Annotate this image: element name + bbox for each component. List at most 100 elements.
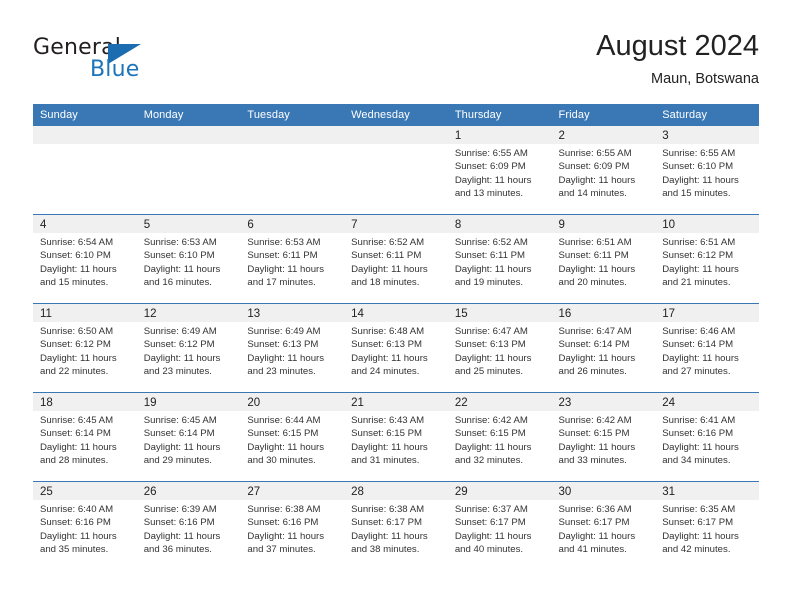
day-cell-1[interactable]: 1 Sunrise: 6:55 AM Sunset: 6:09 PM Dayli… xyxy=(447,126,552,214)
daylight-text-line1: Daylight: 11 hours xyxy=(247,530,325,542)
day-cell-9[interactable]: 9 Sunrise: 6:51 AM Sunset: 6:11 PM Dayli… xyxy=(551,215,656,303)
day-number: 16 xyxy=(558,308,572,320)
day-cell-24[interactable]: 24 Sunrise: 6:41 AM Sunset: 6:16 PM Dayl… xyxy=(655,393,759,481)
sunset-text: Sunset: 6:10 PM xyxy=(662,161,734,173)
day-cell-28[interactable]: 28 Sunrise: 6:38 AM Sunset: 6:17 PM Dayl… xyxy=(344,482,448,570)
daylight-text-line1: Daylight: 11 hours xyxy=(143,530,221,542)
weekday-header-sunday: Sunday xyxy=(40,109,78,121)
day-cell-22[interactable]: 22 Sunrise: 6:42 AM Sunset: 6:15 PM Dayl… xyxy=(447,393,552,481)
day-cell-10[interactable]: 10 Sunrise: 6:51 AM Sunset: 6:12 PM Dayl… xyxy=(655,215,759,303)
day-number-band: 19 xyxy=(136,393,241,411)
day-body: Sunrise: 6:49 AM Sunset: 6:12 PM Dayligh… xyxy=(137,322,241,379)
day-cell-18[interactable]: 18 Sunrise: 6:45 AM Sunset: 6:14 PM Dayl… xyxy=(33,393,137,481)
daylight-text-line1: Daylight: 11 hours xyxy=(247,263,325,275)
daylight-text-line2: and 28 minutes. xyxy=(40,455,109,467)
day-number: 29 xyxy=(454,486,468,498)
day-cell-4[interactable]: 4 Sunrise: 6:54 AM Sunset: 6:10 PM Dayli… xyxy=(33,215,137,303)
day-cell-11[interactable]: 11 Sunrise: 6:50 AM Sunset: 6:12 PM Dayl… xyxy=(33,304,137,392)
day-cell-23[interactable]: 23 Sunrise: 6:42 AM Sunset: 6:15 PM Dayl… xyxy=(551,393,656,481)
sunrise-text: Sunrise: 6:51 AM xyxy=(558,237,632,248)
daylight-text-line2: and 17 minutes. xyxy=(247,277,316,289)
brand-logo[interactable]: General Blue xyxy=(33,35,183,83)
sunrise-text: Sunrise: 6:42 AM xyxy=(558,415,632,426)
day-number-band: 27 xyxy=(240,482,345,500)
daylight-text-line2: and 30 minutes. xyxy=(247,455,316,467)
daylight-text-line2: and 33 minutes. xyxy=(558,455,627,467)
day-cell-21[interactable]: 21 Sunrise: 6:43 AM Sunset: 6:15 PM Dayl… xyxy=(344,393,448,481)
day-cell-20[interactable]: 20 Sunrise: 6:44 AM Sunset: 6:15 PM Dayl… xyxy=(240,393,345,481)
day-cell-30[interactable]: 30 Sunrise: 6:36 AM Sunset: 6:17 PM Dayl… xyxy=(551,482,656,570)
day-number-band: 6 xyxy=(240,215,345,233)
daylight-text-line2: and 23 minutes. xyxy=(247,366,316,378)
weekday-header-friday: Friday xyxy=(558,109,590,121)
day-cell-2[interactable]: 2 Sunrise: 6:55 AM Sunset: 6:09 PM Dayli… xyxy=(551,126,656,214)
day-number-band: 31 xyxy=(655,482,759,500)
daylight-text-line2: and 23 minutes. xyxy=(143,366,212,378)
day-body: Sunrise: 6:55 AM Sunset: 6:09 PM Dayligh… xyxy=(552,144,656,201)
day-cell-3[interactable]: 3 Sunrise: 6:55 AM Sunset: 6:10 PM Dayli… xyxy=(655,126,759,214)
daylight-text-line2: and 41 minutes. xyxy=(558,544,627,556)
daylight-text-line1: Daylight: 11 hours xyxy=(40,263,117,275)
day-cell-8[interactable]: 8 Sunrise: 6:52 AM Sunset: 6:11 PM Dayli… xyxy=(447,215,552,303)
sunset-text: Sunset: 6:09 PM xyxy=(454,161,526,173)
daylight-text-line1: Daylight: 11 hours xyxy=(662,441,739,453)
day-body: Sunrise: 6:36 AM Sunset: 6:17 PM Dayligh… xyxy=(552,500,656,557)
sunrise-text: Sunrise: 6:40 AM xyxy=(40,504,114,515)
daylight-text-line2: and 42 minutes. xyxy=(662,544,731,556)
week-row: 18 Sunrise: 6:45 AM Sunset: 6:14 PM Dayl… xyxy=(33,392,759,481)
daylight-text-line1: Daylight: 11 hours xyxy=(143,352,221,364)
day-cell-14[interactable]: 14 Sunrise: 6:48 AM Sunset: 6:13 PM Dayl… xyxy=(344,304,448,392)
day-body: Sunrise: 6:44 AM Sunset: 6:15 PM Dayligh… xyxy=(240,411,344,468)
day-cell-31[interactable]: 31 Sunrise: 6:35 AM Sunset: 6:17 PM Dayl… xyxy=(655,482,759,570)
day-number: 10 xyxy=(662,219,676,231)
sunset-text: Sunset: 6:11 PM xyxy=(558,250,629,262)
day-cell-6[interactable]: 6 Sunrise: 6:53 AM Sunset: 6:11 PM Dayli… xyxy=(240,215,345,303)
day-number: 18 xyxy=(40,397,53,409)
sunset-text: Sunset: 6:14 PM xyxy=(558,339,630,351)
day-body xyxy=(33,144,137,147)
day-cell-12[interactable]: 12 Sunrise: 6:49 AM Sunset: 6:12 PM Dayl… xyxy=(136,304,241,392)
day-cell-15[interactable]: 15 Sunrise: 6:47 AM Sunset: 6:13 PM Dayl… xyxy=(447,304,552,392)
page-subtitle: Maun, Botswana xyxy=(650,71,759,87)
day-number-band: 11 xyxy=(33,304,137,322)
day-cell-13[interactable]: 13 Sunrise: 6:49 AM Sunset: 6:13 PM Dayl… xyxy=(240,304,345,392)
sunrise-text: Sunrise: 6:39 AM xyxy=(143,504,217,515)
weekday-header-row: Sunday Monday Tuesday Wednesday Thursday… xyxy=(33,104,759,126)
day-body: Sunrise: 6:40 AM Sunset: 6:16 PM Dayligh… xyxy=(33,500,137,557)
day-number-band xyxy=(136,126,241,144)
daylight-text-line1: Daylight: 11 hours xyxy=(558,441,636,453)
day-body: Sunrise: 6:37 AM Sunset: 6:17 PM Dayligh… xyxy=(448,500,552,557)
day-body: Sunrise: 6:45 AM Sunset: 6:14 PM Dayligh… xyxy=(137,411,241,468)
calendar-grid: Sunday Monday Tuesday Wednesday Thursday… xyxy=(33,104,759,570)
sunset-text: Sunset: 6:12 PM xyxy=(40,339,111,351)
day-number: 24 xyxy=(662,397,676,409)
day-number-band: 13 xyxy=(240,304,345,322)
calendar-weeks: 1 Sunrise: 6:55 AM Sunset: 6:09 PM Dayli… xyxy=(33,126,759,570)
daylight-text-line2: and 20 minutes. xyxy=(558,277,627,289)
day-cell-27[interactable]: 27 Sunrise: 6:38 AM Sunset: 6:16 PM Dayl… xyxy=(240,482,345,570)
day-cell-29[interactable]: 29 Sunrise: 6:37 AM Sunset: 6:17 PM Dayl… xyxy=(447,482,552,570)
daylight-text-line2: and 22 minutes. xyxy=(40,366,109,378)
day-cell-26[interactable]: 26 Sunrise: 6:39 AM Sunset: 6:16 PM Dayl… xyxy=(136,482,241,570)
day-number: 5 xyxy=(143,219,151,231)
sunrise-text: Sunrise: 6:43 AM xyxy=(351,415,425,426)
day-cell-16[interactable]: 16 Sunrise: 6:47 AM Sunset: 6:14 PM Dayl… xyxy=(551,304,656,392)
daylight-text-line2: and 19 minutes. xyxy=(454,277,524,289)
day-cell-5[interactable]: 5 Sunrise: 6:53 AM Sunset: 6:10 PM Dayli… xyxy=(136,215,241,303)
day-number-band: 24 xyxy=(655,393,759,411)
sunrise-text: Sunrise: 6:51 AM xyxy=(662,237,736,248)
daylight-text-line2: and 29 minutes. xyxy=(143,455,212,467)
day-cell-25[interactable]: 25 Sunrise: 6:40 AM Sunset: 6:16 PM Dayl… xyxy=(33,482,137,570)
day-body: Sunrise: 6:53 AM Sunset: 6:11 PM Dayligh… xyxy=(240,233,344,290)
day-cell-17[interactable]: 17 Sunrise: 6:46 AM Sunset: 6:14 PM Dayl… xyxy=(655,304,759,392)
sunset-text: Sunset: 6:17 PM xyxy=(662,517,734,529)
sunrise-text: Sunrise: 6:42 AM xyxy=(454,415,528,426)
day-number: 6 xyxy=(247,219,254,231)
day-number-band: 30 xyxy=(551,482,656,500)
day-cell-19[interactable]: 19 Sunrise: 6:45 AM Sunset: 6:14 PM Dayl… xyxy=(136,393,241,481)
day-number-band: 9 xyxy=(551,215,656,233)
daylight-text-line2: and 25 minutes. xyxy=(454,366,524,378)
day-cell-7[interactable]: 7 Sunrise: 6:52 AM Sunset: 6:11 PM Dayli… xyxy=(344,215,448,303)
title-block: August 2024 Maun, Botswana xyxy=(596,28,759,90)
sunrise-text: Sunrise: 6:36 AM xyxy=(558,504,632,515)
